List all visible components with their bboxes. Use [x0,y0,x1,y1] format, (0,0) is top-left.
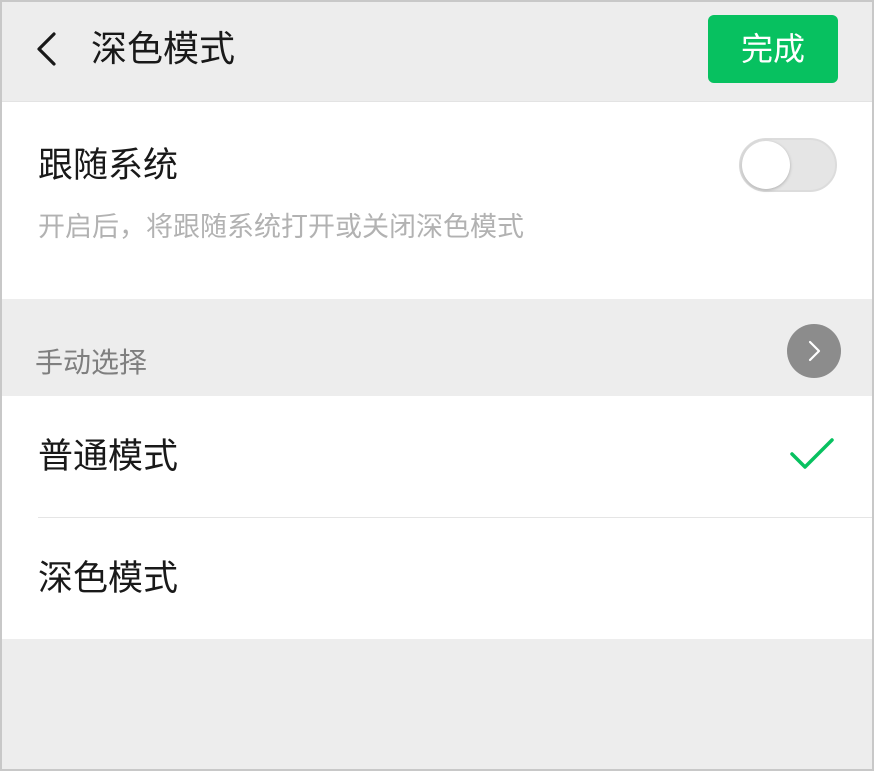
manual-section-label: 手动选择 [35,346,148,379]
option-label: 普通模式 [38,437,179,477]
checkmark-icon [790,438,834,469]
follow-system-label: 跟随系统 [38,146,179,186]
follow-system-toggle[interactable] [739,138,837,192]
manual-section-header: 手动选择 [2,299,872,396]
option-normal-mode[interactable]: 普通模式 [2,396,872,517]
chevron-right-icon [808,340,821,362]
mode-options-card: 普通模式 深色模式 [2,396,872,639]
page-title: 深色模式 [91,29,236,70]
option-dark-mode[interactable]: 深色模式 [2,518,872,639]
back-button[interactable] [32,32,66,66]
follow-system-card: 跟随系统 开启后，将跟随系统打开或关闭深色模式 [2,102,872,299]
toggle-knob [742,141,790,189]
section-expand-button[interactable] [787,324,841,378]
chevron-left-icon [37,32,56,66]
done-button[interactable]: 完成 [708,15,838,83]
option-label: 深色模式 [38,559,179,599]
follow-system-description: 开启后，将跟随系统打开或关闭深色模式 [38,212,524,243]
navigation-bar: 深色模式 完成 [2,2,872,102]
